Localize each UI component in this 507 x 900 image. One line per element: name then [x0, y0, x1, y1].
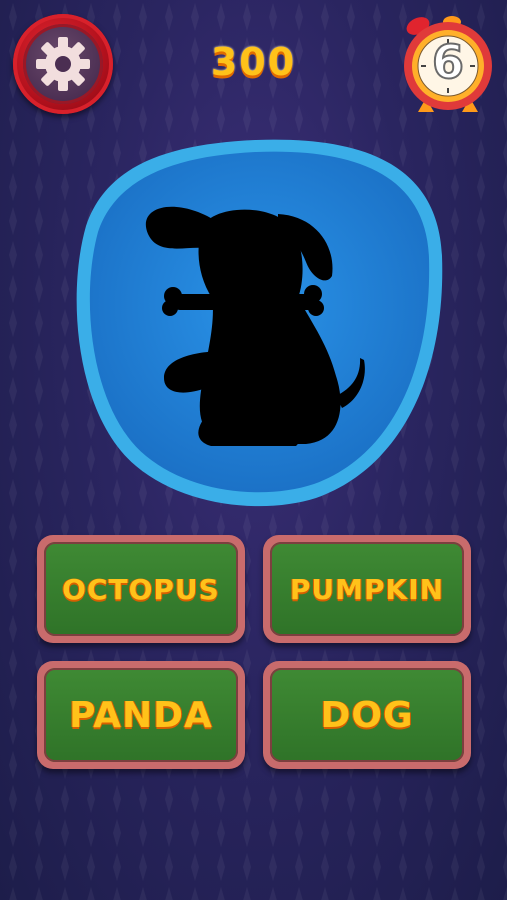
- timer-countdown: 6: [431, 34, 465, 90]
- timer: 6: [396, 14, 500, 114]
- answer-label: PUMPKIN: [289, 572, 445, 606]
- answer-label: DOG: [320, 694, 414, 736]
- answer-button-face: PUMPKIN: [270, 542, 464, 636]
- answer-label: PANDA: [69, 694, 213, 736]
- answer-label: OCTOPUS: [62, 572, 220, 606]
- answer-button-4[interactable]: DOG: [263, 661, 471, 769]
- silhouette-plate: [76, 139, 443, 507]
- answer-button-face: OCTOPUS: [44, 542, 238, 636]
- answer-button-2[interactable]: PUMPKIN: [263, 535, 471, 643]
- answer-button-face: DOG: [270, 668, 464, 762]
- answer-button-1[interactable]: OCTOPUS: [37, 535, 245, 643]
- answer-button-3[interactable]: PANDA: [37, 661, 245, 769]
- answer-button-face: PANDA: [44, 668, 238, 762]
